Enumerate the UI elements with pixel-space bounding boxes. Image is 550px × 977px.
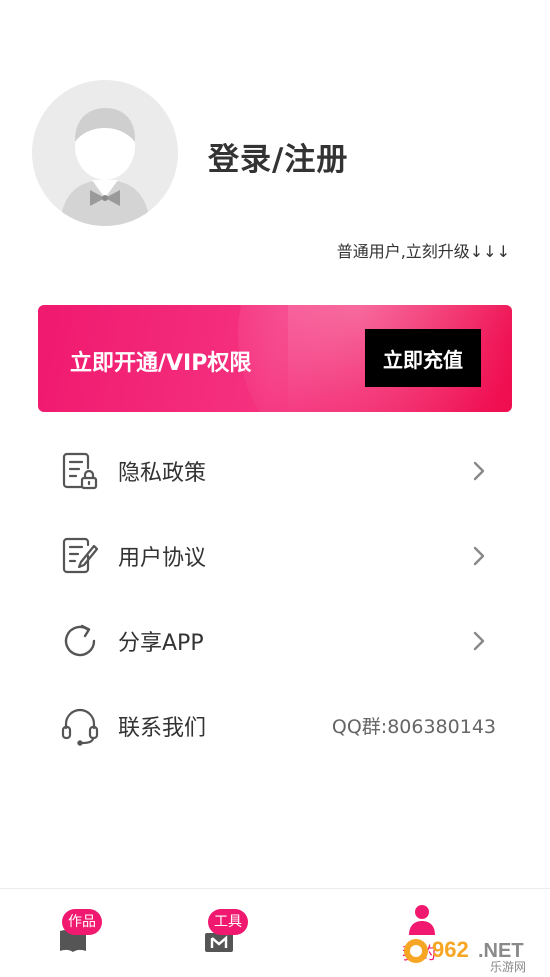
menu-label-privacy-policy: 隐私政策 — [118, 460, 207, 486]
svg-text:962: 962 — [432, 937, 469, 962]
avatar[interactable] — [32, 80, 178, 226]
default-avatar-icon — [32, 80, 178, 226]
menu-item-share-app[interactable]: 分享APP — [0, 598, 550, 683]
vip-banner[interactable]: 立即开通/VIP权限 立即充值 — [38, 305, 512, 412]
privacy-doc-lock-icon — [60, 451, 100, 491]
recharge-button[interactable]: 立即充值 — [365, 329, 481, 387]
agreement-doc-pen-icon — [60, 536, 100, 576]
headset-icon — [60, 706, 100, 746]
menu-item-contact-us[interactable]: 联系我们 QQ群:806380143 — [0, 683, 550, 768]
vip-promo-text: 立即开通/VIP权限 — [70, 351, 252, 376]
menu-label-contact-us: 联系我们 — [118, 715, 207, 741]
site-watermark: 962 .NET 乐游网 — [402, 931, 542, 974]
tab-works[interactable]: 作品 — [0, 889, 110, 977]
watermark-logo-icon: 962 .NET 乐游网 — [404, 937, 526, 974]
svg-text:.NET: .NET — [478, 940, 524, 962]
tab-badge-tools: 工具 — [208, 909, 248, 935]
menu-label-user-agreement: 用户协议 — [118, 545, 207, 571]
svg-text:乐游网: 乐游网 — [490, 960, 526, 973]
chevron-right-icon — [470, 629, 488, 653]
share-refresh-icon — [60, 621, 100, 661]
settings-menu: 隐私政策 用户协议 分享APP 联系我们 QQ群:806380143 — [0, 428, 550, 768]
tab-tools[interactable]: 工具 — [150, 889, 260, 977]
qq-group-number: QQ群:806380143 — [331, 716, 496, 738]
tab-badge-works: 作品 — [62, 909, 102, 935]
login-register-link[interactable]: 登录/注册 — [208, 134, 348, 179]
chevron-right-icon — [470, 459, 488, 483]
chevron-right-icon — [470, 544, 488, 568]
menu-item-privacy-policy[interactable]: 隐私政策 — [0, 428, 550, 513]
profile-header: 登录/注册 普通用户,立刻升级↓↓↓ — [0, 0, 550, 300]
menu-label-share-app: 分享APP — [118, 630, 204, 656]
upgrade-prompt[interactable]: 普通用户,立刻升级↓↓↓ — [337, 238, 510, 262]
menu-item-user-agreement[interactable]: 用户协议 — [0, 513, 550, 598]
